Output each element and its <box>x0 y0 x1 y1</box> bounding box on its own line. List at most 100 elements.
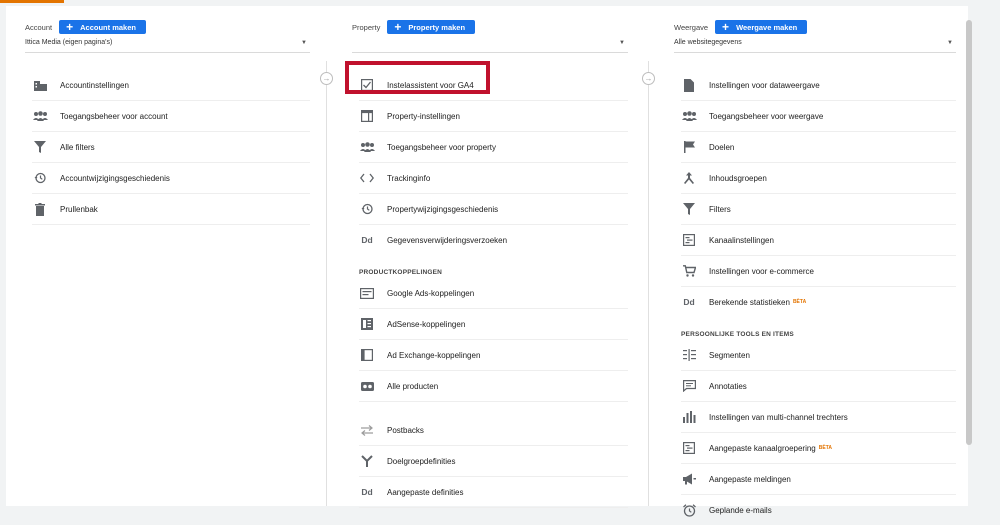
property-menu: Instelassistent voor GA4 Property-instel… <box>359 70 628 508</box>
menu-item-calculated-metrics[interactable]: Dd Berekende statistieken BÈTA <box>681 287 956 317</box>
create-view-button-label: Weergave maken <box>736 22 798 32</box>
menu-item-multi-channel-funnels[interactable]: Instellingen van multi-channel trechters <box>681 402 956 433</box>
menu-item-label: Trackinginfo <box>387 173 431 183</box>
plus-icon: + <box>394 20 402 34</box>
menu-item-all-filters[interactable]: Alle filters <box>32 132 310 163</box>
top-accent-bar <box>0 0 64 3</box>
menu-item-filters[interactable]: Filters <box>681 194 956 225</box>
property-column-label: Property <box>352 22 381 32</box>
menu-item-label: Annotaties <box>709 381 747 391</box>
beta-badge: BÈTA <box>792 299 807 305</box>
menu-item-label: Alle producten <box>387 381 439 391</box>
create-property-button[interactable]: + Property maken <box>387 20 476 34</box>
segments-icon <box>681 348 697 362</box>
create-view-button[interactable]: + Weergave maken <box>715 20 808 34</box>
menu-item-ecommerce-settings[interactable]: Instellingen voor e-commerce <box>681 256 956 287</box>
create-account-button[interactable]: + Account maken <box>59 20 146 34</box>
menu-item-channel-settings[interactable]: Kanaalinstellingen <box>681 225 956 256</box>
account-column: Account + Account maken Ittica Media (ei… <box>20 6 310 506</box>
menu-item-label: Accountinstellingen <box>60 80 129 90</box>
menu-item-label: Instellingen voor e-commerce <box>709 266 814 276</box>
menu-item-audience-definitions[interactable]: Doelgroepdefinities <box>359 446 628 477</box>
menu-item-label: Kanaalinstellingen <box>709 235 774 245</box>
scrollbar[interactable] <box>966 20 972 445</box>
view-header: Weergave + Weergave maken <box>674 19 808 35</box>
menu-item-label: Aangepaste definities <box>387 487 464 497</box>
menu-item-label: Instellingen van multi-channel trechters <box>709 412 848 422</box>
link-icon <box>359 379 375 393</box>
document-icon <box>681 78 697 92</box>
plus-icon: + <box>66 20 74 34</box>
menu-item-data-deletion[interactable]: Dd Gegevensverwijderingsverzoeken <box>359 225 628 255</box>
menu-item-account-history[interactable]: Accountwijzigingsgeschiedenis <box>32 163 310 194</box>
menu-item-custom-channel-grouping[interactable]: Aangepaste kanaalgroepering BÈTA <box>681 433 956 464</box>
menu-item-trash[interactable]: Prullenbak <box>32 194 310 225</box>
comment-icon <box>681 379 697 393</box>
trash-icon <box>32 202 48 216</box>
merge-icon <box>359 454 375 468</box>
menu-item-label: Doelgroepdefinities <box>387 456 456 466</box>
menu-item-scheduled-emails[interactable]: Geplande e-mails <box>681 495 956 525</box>
cart-icon <box>681 264 697 278</box>
dd-icon: Dd <box>683 297 695 307</box>
menu-item-content-groups[interactable]: Inhoudsgroepen <box>681 163 956 194</box>
people-icon <box>32 109 48 123</box>
menu-item-property-access[interactable]: Toegangsbeheer voor property <box>359 132 628 163</box>
menu-item-label: Toegangsbeheer voor account <box>60 111 168 121</box>
layout-icon <box>359 109 375 123</box>
dd-icon: Dd <box>361 235 373 245</box>
menu-item-view-access[interactable]: Toegangsbeheer voor weergave <box>681 101 956 132</box>
view-column: Weergave + Weergave maken Alle websitege… <box>669 6 956 517</box>
google-ads-icon <box>359 286 375 300</box>
plus-icon: + <box>722 20 730 34</box>
menu-item-label: Segmenten <box>709 350 750 360</box>
people-icon <box>681 109 697 123</box>
code-icon <box>359 171 375 185</box>
menu-item-view-settings[interactable]: Instellingen voor dataweergave <box>681 70 956 101</box>
adsense-icon <box>359 317 375 331</box>
channel-icon <box>681 441 697 455</box>
megaphone-icon <box>681 472 697 486</box>
menu-item-label: Doelen <box>709 142 735 152</box>
menu-item-all-products[interactable]: Alle producten <box>359 371 628 402</box>
menu-item-segments[interactable]: Segmenten <box>681 340 956 371</box>
dropdown-caret-icon: ▼ <box>947 40 953 46</box>
menu-item-property-history[interactable]: Propertywijzigingsgeschiedenis <box>359 194 628 225</box>
flag-icon <box>681 140 697 154</box>
property-selector[interactable]: ▼ <box>352 39 628 53</box>
menu-item-adsense-links[interactable]: AdSense-koppelingen <box>359 309 628 340</box>
view-selector[interactable]: Alle websitegegevens ▼ <box>674 39 956 53</box>
menu-item-annotations[interactable]: Annotaties <box>681 371 956 402</box>
menu-item-custom-definitions[interactable]: Dd Aangepaste definities <box>359 477 628 508</box>
account-selector[interactable]: Ittica Media (eigen pagina's) ▼ <box>25 39 310 53</box>
menu-item-label: Aangepaste kanaalgroepering <box>709 443 816 453</box>
menu-item-label: Postbacks <box>387 425 424 435</box>
dropdown-caret-icon: ▼ <box>619 40 625 46</box>
menu-item-label: Aangepaste meldingen <box>709 474 791 484</box>
menu-item-custom-alerts[interactable]: Aangepaste meldingen <box>681 464 956 495</box>
arrow-right-icon: → <box>642 72 655 85</box>
menu-item-ad-exchange-links[interactable]: Ad Exchange-koppelingen <box>359 340 628 371</box>
menu-item-label: Geplande e-mails <box>709 505 772 515</box>
menu-item-account-settings[interactable]: Accountinstellingen <box>32 70 310 101</box>
bar-chart-icon <box>681 410 697 424</box>
menu-item-label: Filters <box>709 204 731 214</box>
menu-item-goals[interactable]: Doelen <box>681 132 956 163</box>
menu-item-property-settings[interactable]: Property-instellingen <box>359 101 628 132</box>
content-group-icon <box>681 171 697 185</box>
menu-item-label: Toegangsbeheer voor property <box>387 142 496 152</box>
menu-item-label: Alle filters <box>60 142 95 152</box>
personal-tools-section-title: PERSOONLIJKE TOOLS EN ITEMS <box>681 331 794 338</box>
menu-item-google-ads-links[interactable]: Google Ads-koppelingen <box>359 278 628 309</box>
menu-item-postbacks[interactable]: Postbacks <box>359 415 628 446</box>
menu-item-tracking-info[interactable]: Trackinginfo <box>359 163 628 194</box>
people-icon <box>359 140 375 154</box>
menu-item-label: Instellingen voor dataweergave <box>709 80 820 90</box>
menu-item-label: Accountwijzigingsgeschiedenis <box>60 173 170 183</box>
view-menu: Instellingen voor dataweergave Toegangsb… <box>681 70 956 525</box>
view-selector-value: Alle websitegegevens <box>674 39 742 46</box>
menu-item-label: Berekende statistieken <box>709 297 790 307</box>
menu-item-label: Gegevensverwijderingsverzoeken <box>387 235 508 245</box>
dd-icon: Dd <box>361 487 373 497</box>
menu-item-account-access[interactable]: Toegangsbeheer voor account <box>32 101 310 132</box>
